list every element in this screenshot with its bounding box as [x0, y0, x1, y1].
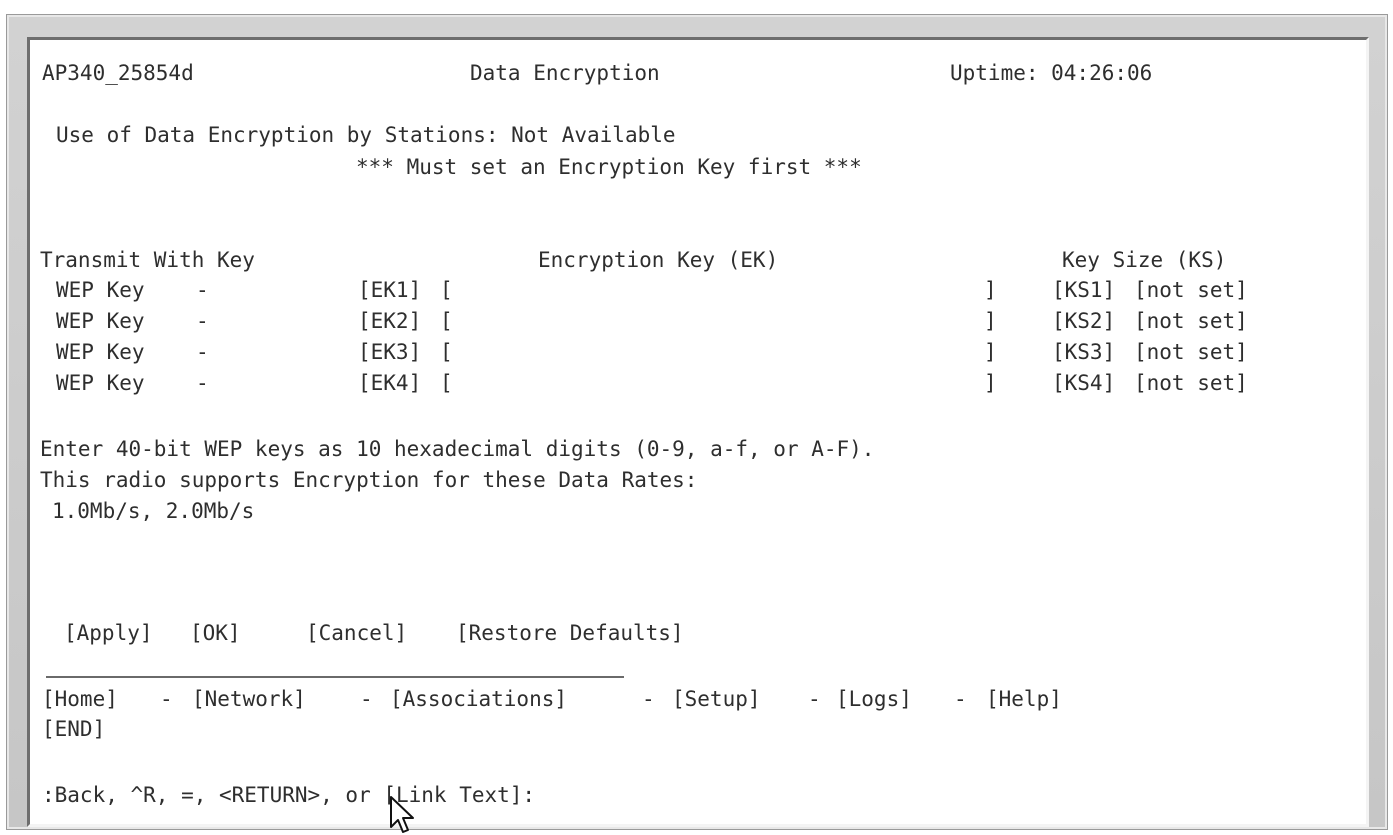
cancel-button[interactable]: [Cancel] [306, 620, 407, 646]
separator-line [46, 676, 624, 678]
nav-setup[interactable]: [Setup] [672, 686, 761, 712]
ek3-close-bracket: ] [984, 340, 997, 364]
col-encryption-key: Encryption Key (EK) [538, 248, 779, 272]
ek4-open-bracket: [ [440, 371, 453, 395]
nav-associations[interactable]: [Associations] [390, 686, 567, 712]
wep-key-label: WEP Key [56, 340, 145, 364]
ks3-value[interactable]: [not set] [1134, 339, 1248, 365]
nav-logs[interactable]: [Logs] [836, 686, 912, 712]
ks4-link[interactable]: [KS4] [1052, 370, 1115, 396]
nav-separator: - [642, 687, 655, 711]
wep-key-format-hint: Enter 40-bit WEP keys as 10 hexadecimal … [40, 437, 875, 461]
nav-home[interactable]: [Home] [42, 686, 118, 712]
data-rates-value: 1.0Mb/s, 2.0Mb/s [52, 499, 255, 523]
restore-defaults-button[interactable]: [Restore Defaults] [456, 620, 684, 646]
wep-key-radio[interactable]: - [196, 370, 209, 396]
ek4-link[interactable]: [EK4] [358, 370, 421, 396]
ek4-close-bracket: ] [984, 371, 997, 395]
page-title: Data Encryption [470, 61, 660, 85]
ek1-link[interactable]: [EK1] [358, 277, 421, 303]
ks1-value[interactable]: [not set] [1134, 277, 1248, 303]
encryption-use-status: Use of Data Encryption by Stations: Not … [56, 123, 676, 147]
command-prompt[interactable]: :Back, ^R, =, <RETURN>, or [Link Text]: [42, 782, 535, 808]
nav-separator: - [808, 687, 821, 711]
nav-separator: - [954, 687, 967, 711]
uptime: Uptime: 04:26:06 [950, 61, 1153, 85]
terminal-frame: AP340_25854d Data Encryption Uptime: 04:… [6, 14, 1388, 830]
wep-key-radio[interactable]: - [196, 339, 209, 365]
mouse-pointer-icon [390, 796, 414, 833]
wep-key-label: WEP Key [56, 278, 145, 302]
nav-separator: - [160, 687, 173, 711]
ap-name: AP340_25854d [42, 61, 194, 85]
ek2-link[interactable]: [EK2] [358, 308, 421, 334]
nav-help[interactable]: [Help] [986, 686, 1062, 712]
ks4-value[interactable]: [not set] [1134, 370, 1248, 396]
ks2-value[interactable]: [not set] [1134, 308, 1248, 334]
nav-separator: - [360, 687, 373, 711]
nav-end[interactable]: [END] [42, 716, 105, 742]
ek1-open-bracket: [ [440, 278, 453, 302]
terminal-screen: AP340_25854d Data Encryption Uptime: 04:… [27, 37, 1369, 827]
wep-key-radio[interactable]: - [196, 277, 209, 303]
ek2-close-bracket: ] [984, 309, 997, 333]
ks1-link[interactable]: [KS1] [1052, 277, 1115, 303]
col-transmit-with-key: Transmit With Key [40, 248, 255, 272]
data-rates-label: This radio supports Encryption for these… [40, 468, 698, 492]
nav-network[interactable]: [Network] [192, 686, 306, 712]
ks2-link[interactable]: [KS2] [1052, 308, 1115, 334]
wep-key-radio[interactable]: - [196, 308, 209, 334]
ks3-link[interactable]: [KS3] [1052, 339, 1115, 365]
ek2-open-bracket: [ [440, 309, 453, 333]
encryption-warning: *** Must set an Encryption Key first *** [356, 155, 862, 179]
apply-button[interactable]: [Apply] [64, 620, 153, 646]
col-key-size: Key Size (KS) [1062, 248, 1227, 272]
ek3-open-bracket: [ [440, 340, 453, 364]
wep-key-label: WEP Key [56, 309, 145, 333]
ek1-close-bracket: ] [984, 278, 997, 302]
ok-button[interactable]: [OK] [190, 620, 241, 646]
ek3-link[interactable]: [EK3] [358, 339, 421, 365]
wep-key-label: WEP Key [56, 371, 145, 395]
